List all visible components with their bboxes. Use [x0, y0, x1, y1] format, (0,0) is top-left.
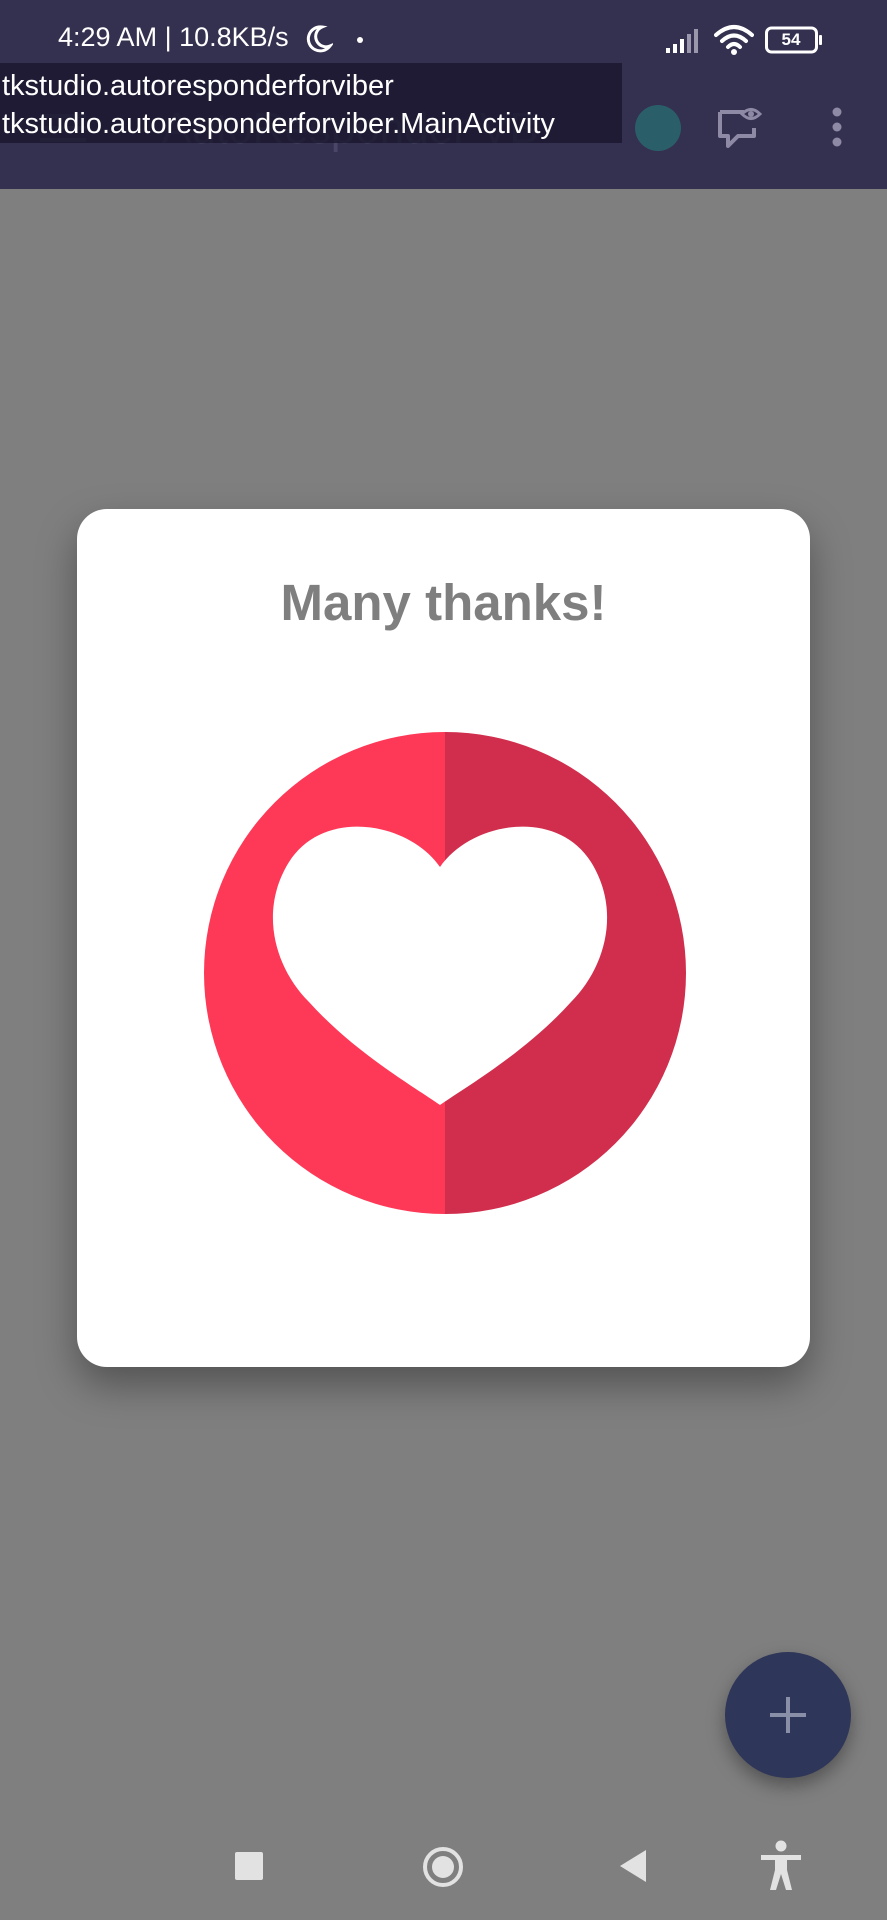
- thanks-dialog: Many thanks!: [77, 509, 810, 1367]
- wifi-icon: [714, 25, 754, 55]
- moon-icon: [306, 25, 333, 53]
- service-status-indicator[interactable]: [635, 105, 681, 151]
- battery-level: 54: [781, 30, 801, 49]
- add-button[interactable]: [725, 1652, 851, 1778]
- plus-icon: [770, 1697, 806, 1733]
- nav-recents-icon[interactable]: [235, 1852, 263, 1880]
- heart-icon: [204, 732, 686, 1214]
- signal-icon: [666, 29, 698, 53]
- nav-home-icon[interactable]: [422, 1846, 464, 1888]
- overlay-activity-name: tkstudio.autoresponderforviber.MainActiv…: [2, 108, 555, 140]
- status-dot: [357, 37, 363, 43]
- status-time: 4:29 AM | 10.8KB/s: [58, 22, 289, 52]
- nav-back-icon[interactable]: [618, 1848, 648, 1884]
- more-vert-icon[interactable]: [830, 106, 844, 148]
- overlay-package-name: tkstudio.autoresponderforviber: [2, 70, 394, 102]
- accessibility-icon[interactable]: [758, 1840, 804, 1892]
- chat-eye-icon[interactable]: [714, 102, 764, 152]
- dialog-title: Many thanks!: [280, 574, 607, 631]
